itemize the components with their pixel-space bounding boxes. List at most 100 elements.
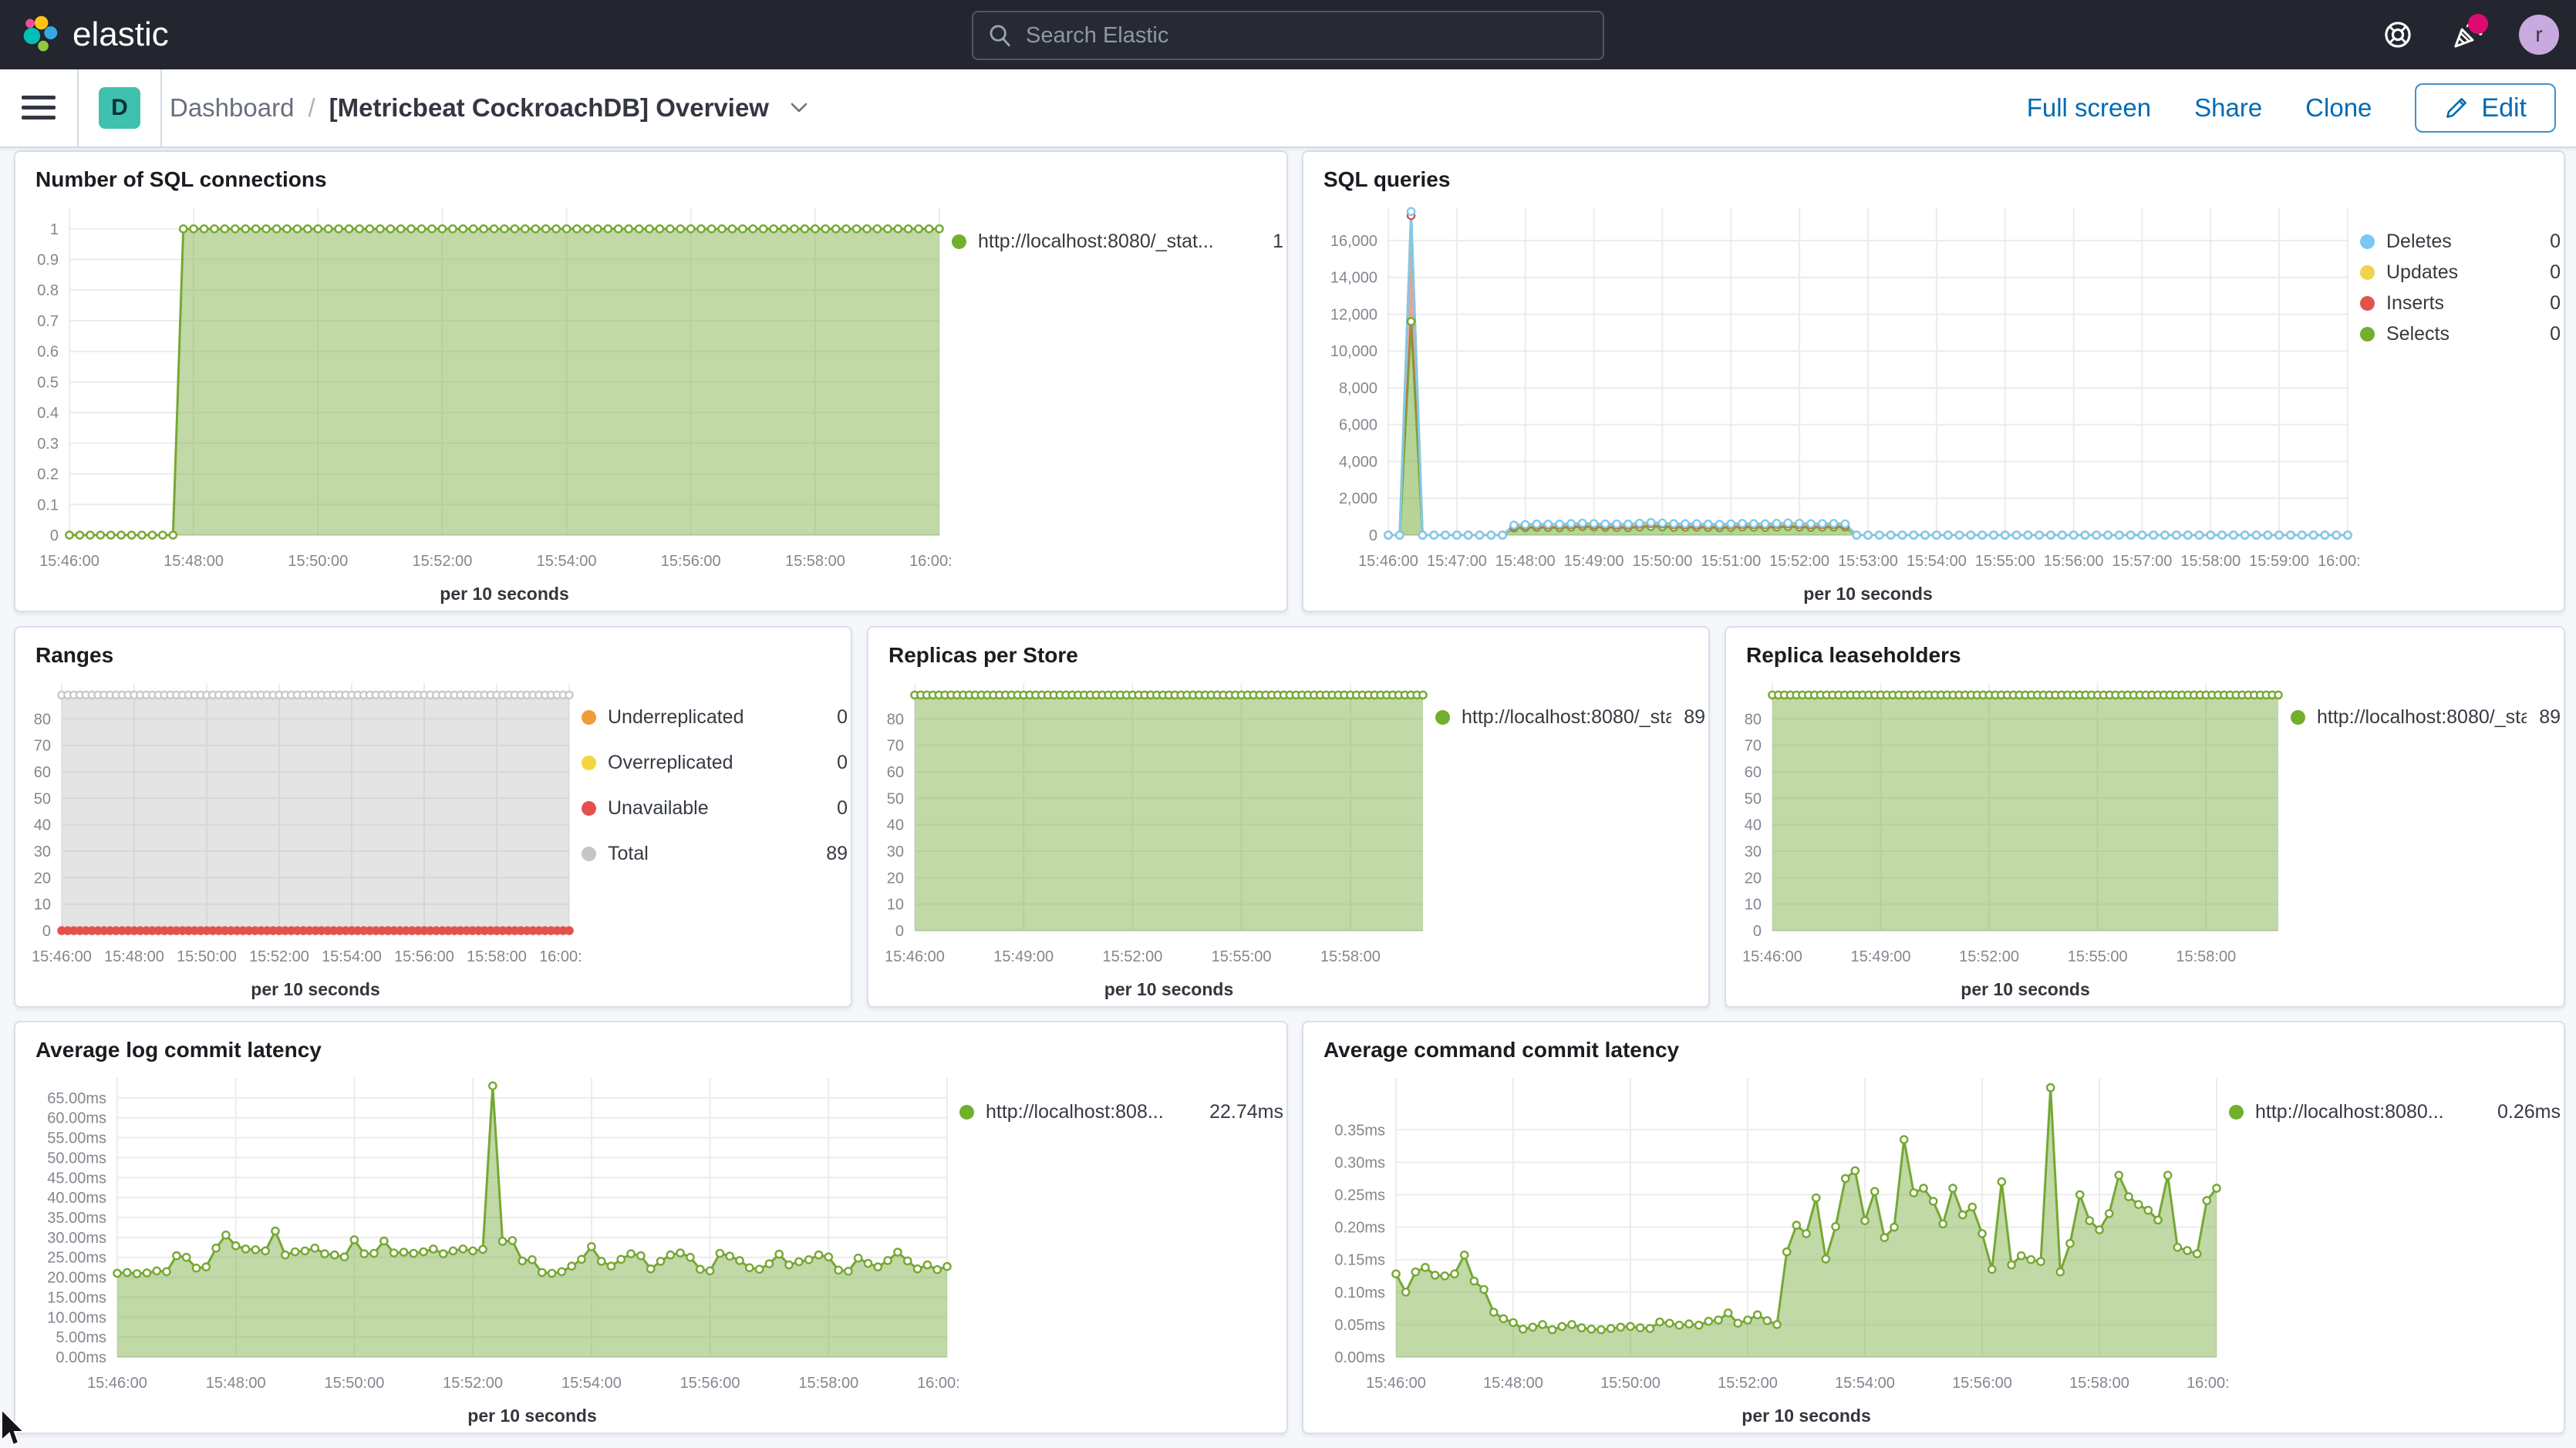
svg-text:15:56:00: 15:56:00 — [680, 1375, 740, 1392]
user-avatar[interactable]: r — [2519, 15, 2559, 55]
panel-title-replica-leaseholders[interactable]: Replica leaseholders — [1726, 628, 2564, 671]
chart-canvas-replica-leaseholders[interactable]: 15:46:0015:49:0015:52:0015:55:0015:58:00… — [1726, 671, 2291, 1002]
legend-color-dot — [582, 801, 596, 816]
legend-value: 0 — [2550, 323, 2561, 345]
svg-text:15:54:00: 15:54:00 — [1907, 553, 1967, 570]
svg-text:16:00:00: 16:00:00 — [2187, 1375, 2229, 1392]
svg-text:15:54:00: 15:54:00 — [561, 1375, 622, 1392]
legend-item[interactable]: http://localhost:8080/_sta...89 — [1435, 706, 1705, 729]
svg-text:15:53:00: 15:53:00 — [1838, 553, 1898, 570]
global-search[interactable] — [972, 11, 1604, 60]
legend-value: 0 — [2550, 261, 2561, 284]
elastic-logo-icon — [20, 15, 60, 55]
svg-text:25.00ms: 25.00ms — [47, 1250, 106, 1267]
dashboard-app-badge[interactable]: D — [99, 87, 140, 129]
legend-item[interactable]: Unavailable0 — [582, 797, 848, 820]
chart-canvas-average-log-commit-latency[interactable]: 15:46:0015:48:0015:50:0015:52:0015:54:00… — [15, 1066, 959, 1428]
svg-text:per 10 seconds: per 10 seconds — [467, 1406, 596, 1426]
svg-text:50: 50 — [1745, 790, 1762, 807]
svg-text:per 10 seconds: per 10 seconds — [1104, 979, 1233, 999]
svg-text:per 10 seconds: per 10 seconds — [440, 584, 568, 604]
elastic-logo[interactable]: elastic — [20, 0, 169, 69]
svg-text:0: 0 — [50, 527, 59, 544]
hamburger-icon — [22, 94, 56, 122]
svg-text:0.20ms: 0.20ms — [1334, 1220, 1385, 1237]
legend-item[interactable]: http://localhost:8080/_stat...1 — [952, 231, 1283, 253]
legend-item[interactable]: Underreplicated0 — [582, 706, 848, 729]
svg-text:15:48:00: 15:48:00 — [164, 553, 224, 570]
svg-text:0.30ms: 0.30ms — [1334, 1154, 1385, 1171]
panel-title-replicas-per-store[interactable]: Replicas per Store — [868, 628, 1708, 671]
legend-item[interactable]: http://localhost:808...22.74ms — [959, 1101, 1283, 1123]
svg-text:0: 0 — [1369, 527, 1377, 544]
svg-text:15:48:00: 15:48:00 — [1495, 553, 1556, 570]
search-input[interactable] — [1024, 22, 1603, 49]
avatar-initial: r — [2535, 22, 2542, 47]
svg-text:0.35ms: 0.35ms — [1334, 1122, 1385, 1139]
full-screen-link[interactable]: Full screen — [2027, 93, 2151, 123]
help-button[interactable] — [2380, 17, 2416, 52]
svg-text:15:55:00: 15:55:00 — [1975, 553, 2035, 570]
edit-button[interactable]: Edit — [2415, 83, 2556, 133]
toolbar-actions: Full screen Share Clone Edit — [2027, 83, 2576, 133]
svg-text:60: 60 — [887, 764, 904, 781]
svg-text:15:52:00: 15:52:00 — [1102, 948, 1162, 965]
panel-title-average-log-commit-latency[interactable]: Average log commit latency — [15, 1022, 1286, 1066]
legend-item[interactable]: Deletes0 — [2360, 231, 2561, 253]
chart-canvas-replicas-per-store[interactable]: 15:46:0015:49:0015:52:0015:55:0015:58:00… — [868, 671, 1435, 1002]
chart-canvas-number-of-sql-connections[interactable]: 15:46:0015:48:0015:50:0015:52:0015:54:00… — [15, 195, 952, 606]
legend-item[interactable]: Overreplicated0 — [582, 752, 848, 774]
legend-color-dot — [2360, 234, 2375, 249]
legend-label: http://localhost:8080... — [2255, 1101, 2485, 1123]
svg-text:15:50:00: 15:50:00 — [1632, 553, 1692, 570]
svg-text:0.10ms: 0.10ms — [1334, 1285, 1385, 1302]
legend-item[interactable]: http://localhost:8080...0.26ms — [2229, 1101, 2561, 1123]
svg-text:60.00ms: 60.00ms — [47, 1110, 106, 1127]
share-link[interactable]: Share — [2194, 93, 2262, 123]
legend-label: http://localhost:8080/_sta... — [2317, 706, 2527, 729]
svg-text:15:54:00: 15:54:00 — [322, 948, 382, 965]
chart-canvas-average-command-commit-latency[interactable]: 15:46:0015:48:0015:50:0015:52:0015:54:00… — [1303, 1066, 2229, 1428]
chart-canvas-ranges[interactable]: 15:46:0015:48:0015:50:0015:52:0015:54:00… — [15, 671, 582, 1002]
svg-text:15:52:00: 15:52:00 — [1769, 553, 1829, 570]
svg-text:15:58:00: 15:58:00 — [798, 1375, 858, 1392]
svg-text:16,000: 16,000 — [1330, 233, 1377, 250]
logo-text: elastic — [72, 15, 169, 54]
panel-title-sql-queries[interactable]: SQL queries — [1303, 152, 2564, 195]
legend-item[interactable]: Selects0 — [2360, 323, 2561, 345]
panel-title-ranges[interactable]: Ranges — [15, 628, 851, 671]
svg-text:55.00ms: 55.00ms — [47, 1130, 106, 1147]
legend-item[interactable]: http://localhost:8080/_sta...89 — [2291, 706, 2561, 729]
legend-value: 89 — [1684, 706, 1705, 729]
svg-text:40: 40 — [887, 817, 904, 834]
main-menu-button[interactable] — [0, 69, 77, 146]
title-menu-button[interactable] — [787, 100, 811, 116]
legend-item[interactable]: Total89 — [582, 843, 848, 865]
breadcrumb-dashboard-link[interactable]: Dashboard — [170, 93, 294, 123]
svg-text:14,000: 14,000 — [1330, 270, 1377, 287]
svg-text:30: 30 — [887, 844, 904, 860]
panel-title-number-of-sql-connections[interactable]: Number of SQL connections — [15, 152, 1286, 195]
legend-color-dot — [1435, 710, 1450, 725]
svg-text:8,000: 8,000 — [1339, 380, 1377, 397]
legend-item[interactable]: Inserts0 — [2360, 292, 2561, 315]
svg-text:80: 80 — [887, 711, 904, 728]
svg-text:4,000: 4,000 — [1339, 454, 1377, 471]
panel-title-average-command-commit-latency[interactable]: Average command commit latency — [1303, 1022, 2564, 1066]
legend-item[interactable]: Updates0 — [2360, 261, 2561, 284]
news-button[interactable] — [2450, 17, 2485, 52]
svg-text:0.8: 0.8 — [37, 282, 59, 299]
chart-legend-sql-queries: Deletes0 Updates0 Inserts0 Selects0 — [2360, 195, 2565, 606]
svg-text:15:52:00: 15:52:00 — [1718, 1375, 1778, 1392]
svg-text:5.00ms: 5.00ms — [56, 1329, 106, 1346]
svg-text:0.3: 0.3 — [37, 436, 59, 453]
mouse-cursor — [0, 1408, 31, 1448]
svg-text:0: 0 — [42, 923, 51, 940]
svg-text:30: 30 — [1745, 844, 1762, 860]
legend-color-dot — [2291, 710, 2305, 725]
clone-link[interactable]: Clone — [2305, 93, 2372, 123]
chart-canvas-sql-queries[interactable]: 15:46:0015:47:0015:48:0015:49:0015:50:00… — [1303, 195, 2360, 606]
svg-text:15:57:00: 15:57:00 — [2112, 553, 2172, 570]
svg-text:12,000: 12,000 — [1330, 307, 1377, 324]
svg-text:15:49:00: 15:49:00 — [1851, 948, 1911, 965]
